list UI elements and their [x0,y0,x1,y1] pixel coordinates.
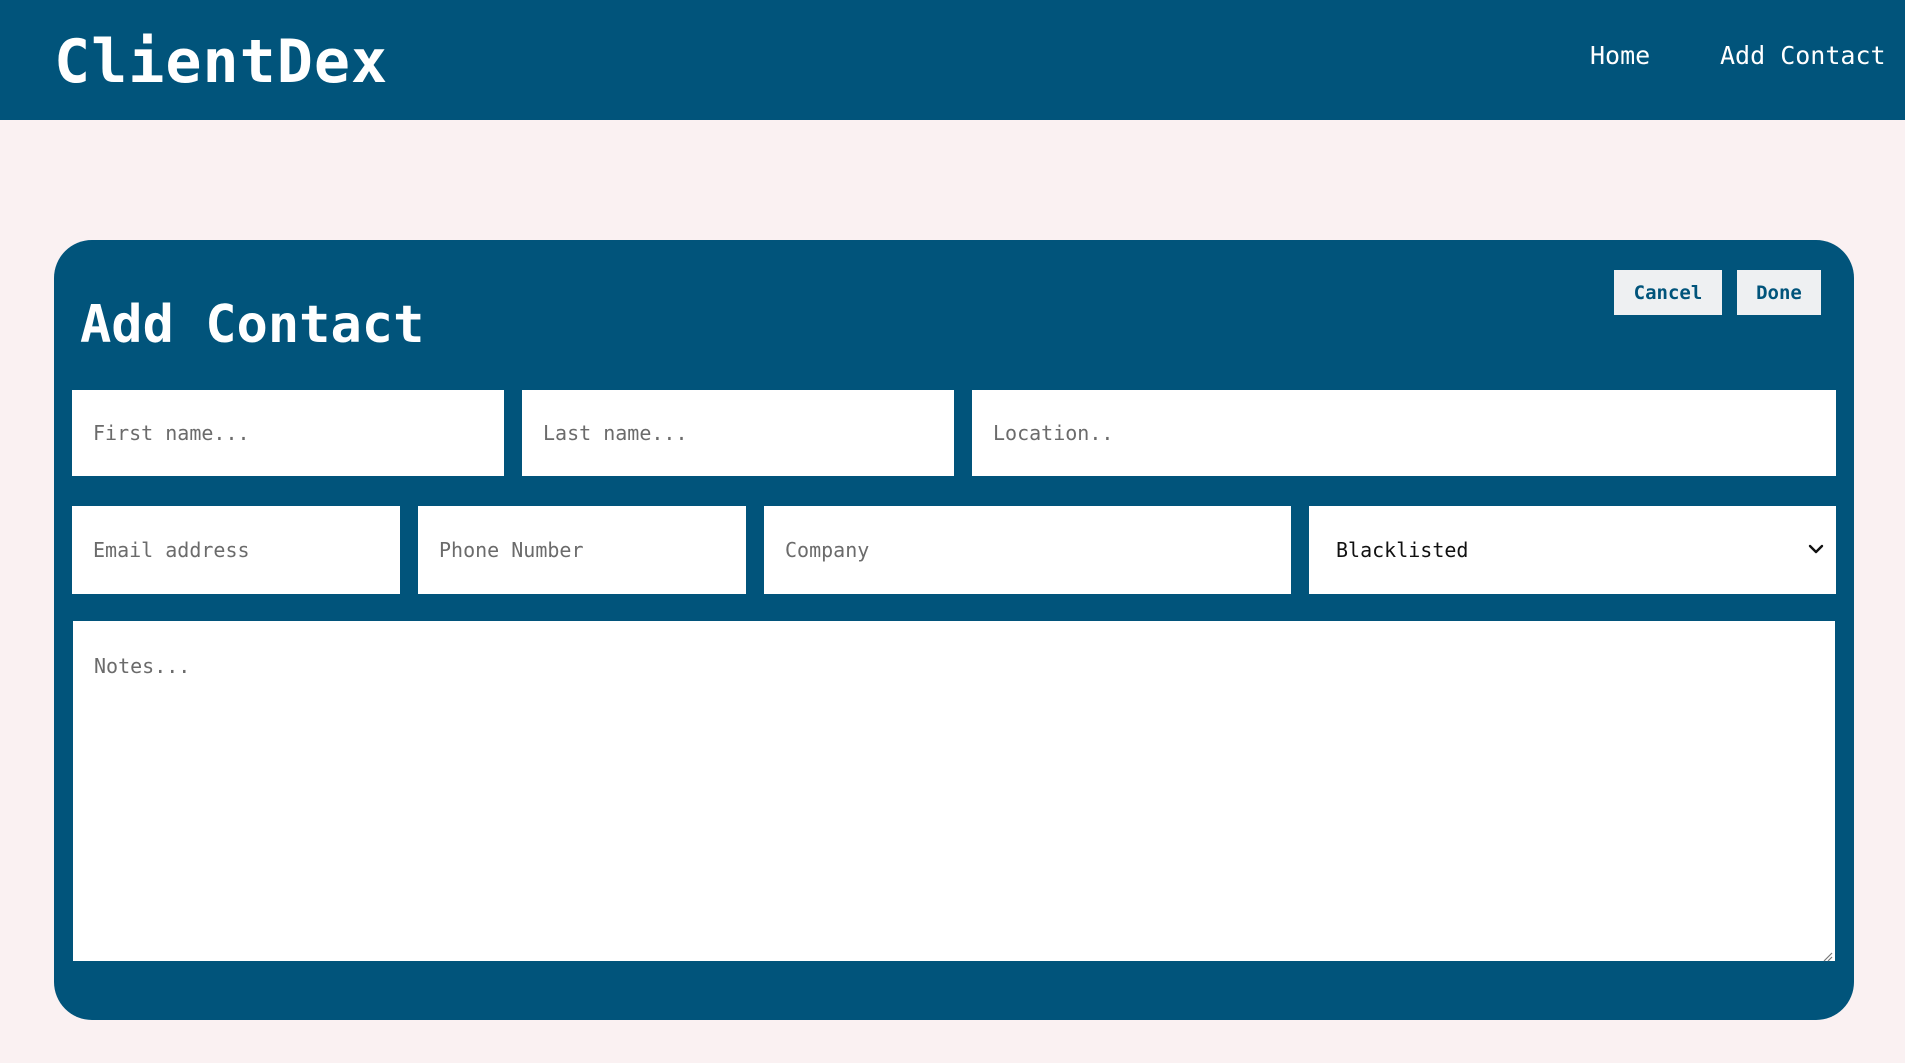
status-select-value: Blacklisted [1336,538,1469,562]
phone-input[interactable] [418,506,746,594]
notes-placeholder: Notes... [94,654,191,678]
page-title: Add Contact [80,295,425,355]
cancel-button[interactable]: Cancel [1614,270,1722,315]
brand-logo[interactable]: ClientDex [54,22,388,102]
nav-link-home[interactable]: Home [1590,38,1650,74]
email-input[interactable] [72,506,400,594]
status-select[interactable]: Blacklisted [1309,506,1836,594]
top-navbar: ClientDex Home Add Contact [0,0,1905,120]
last-name-input[interactable] [522,390,954,476]
done-button[interactable]: Done [1737,270,1821,315]
resize-handle-icon[interactable] [1821,947,1833,962]
first-name-input[interactable] [72,390,504,476]
add-contact-card: Add Contact Cancel Done Blacklisted Note… [54,240,1854,1020]
location-input[interactable] [972,390,1836,476]
nav-link-add-contact[interactable]: Add Contact [1720,38,1886,74]
chevron-down-icon [1804,537,1828,561]
company-input[interactable] [764,506,1291,594]
notes-textarea[interactable]: Notes... [73,621,1835,962]
